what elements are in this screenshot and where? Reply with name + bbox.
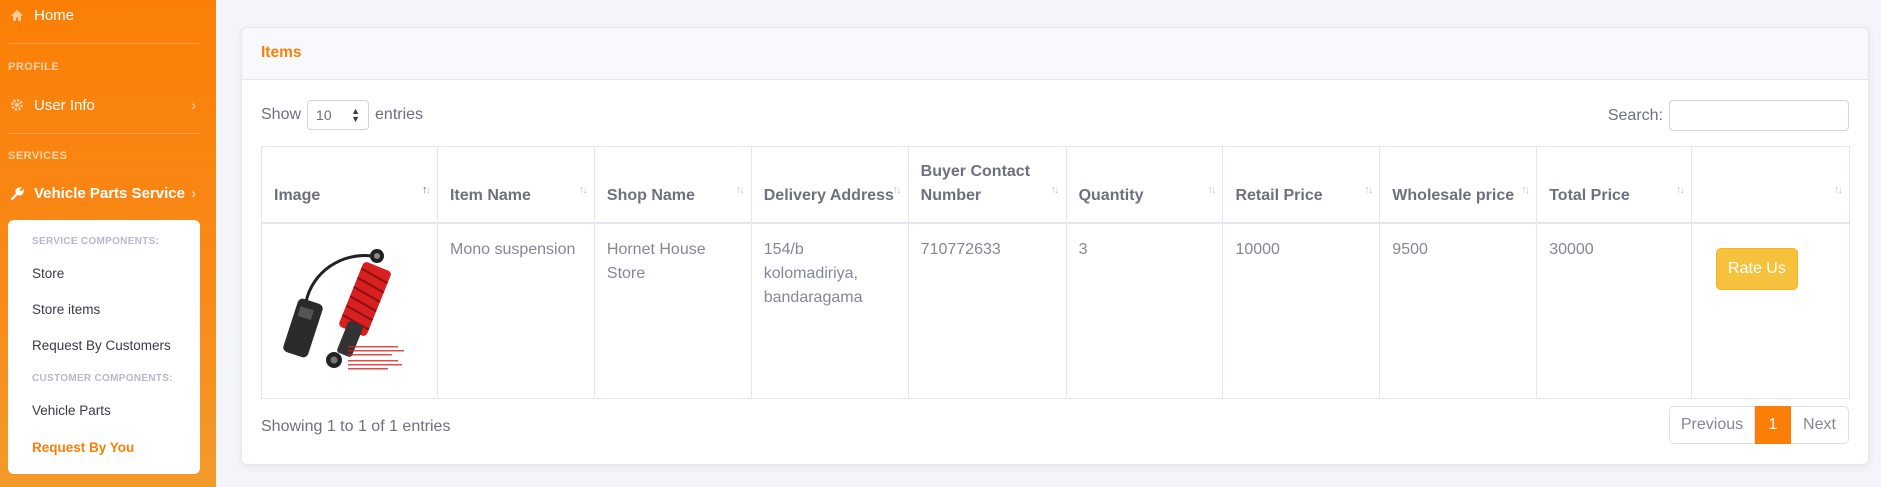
items-table: Image ↑↓ Item Name ↑↓ Shop Name ↑↓ Delivery…: [261, 146, 1850, 399]
show-label: Show: [261, 106, 302, 123]
page-1-button[interactable]: 1: [1755, 406, 1791, 444]
submenu-item-vehicle-parts[interactable]: Vehicle Parts: [32, 403, 111, 418]
select-arrows-icon: ▲ ▼: [351, 106, 361, 124]
sort-icon: ↑↓: [1364, 183, 1373, 196]
card-header: Items: [242, 28, 1868, 80]
submenu-item-store-items[interactable]: Store items: [32, 302, 100, 317]
card-title: Items: [261, 44, 302, 61]
submenu-item-store[interactable]: Store: [32, 266, 64, 281]
column-header-shop-name[interactable]: Shop Name ↑↓: [593, 146, 752, 224]
sidebar-heading-services: SERVICES: [8, 150, 68, 162]
column-header-buyer-contact[interactable]: Buyer Contact Number ↑↓: [907, 146, 1067, 224]
column-header-retail-price[interactable]: Retail Price ↑↓: [1222, 146, 1381, 224]
shop-name-cell: Hornet House Store: [593, 222, 752, 399]
page-size-select[interactable]: 10 ▲ ▼: [307, 100, 370, 130]
pagination: Previous 1 Next: [1669, 406, 1849, 444]
page-size-value: 10: [316, 107, 332, 123]
submenu-heading-service: SERVICE COMPONENTS:: [32, 236, 160, 247]
sort-icon: ↑↓: [1521, 183, 1530, 196]
sort-icon: ↑↓: [1050, 183, 1060, 196]
sidebar-divider: [8, 133, 200, 134]
sidebar-item-user-info[interactable]: User Info ›: [0, 94, 216, 116]
column-header-wholesale-price[interactable]: Wholesale price ↑↓: [1379, 146, 1538, 224]
item-image: [283, 248, 404, 369]
column-header-action[interactable]: ↑↓: [1691, 146, 1850, 224]
sort-icon: ↑↓: [421, 183, 431, 196]
sidebar-item-label: User Info: [34, 96, 95, 114]
item-image-cell: [261, 222, 438, 399]
sidebar-item-label: Vehicle Parts Service: [34, 184, 185, 202]
sort-icon: ↑↓: [1676, 183, 1685, 196]
wrench-icon: [8, 184, 26, 202]
sidebar-divider: [8, 43, 200, 44]
previous-page-button[interactable]: Previous: [1669, 406, 1755, 444]
rate-us-button[interactable]: Rate Us: [1716, 247, 1798, 290]
column-header-item-name[interactable]: Item Name ↑↓: [436, 146, 595, 224]
search-control: Search:: [1608, 100, 1849, 131]
items-card: Items Show 10 ▲ ▼ entries Search: Image ↑↓…: [241, 27, 1869, 465]
quantity-cell: 3: [1065, 222, 1224, 399]
retail-price-cell: 10000: [1222, 222, 1381, 399]
home-icon: [8, 6, 26, 24]
page-size-control: Show 10 ▲ ▼ entries: [261, 100, 423, 130]
next-page-button[interactable]: Next: [1791, 406, 1849, 444]
sort-icon: ↑↓: [578, 183, 588, 196]
search-input[interactable]: [1669, 100, 1849, 131]
sort-icon: ↑↓: [735, 183, 745, 196]
submenu-item-request-by-you[interactable]: Request By You: [32, 440, 134, 455]
table-info: Showing 1 to 1 of 1 entries: [261, 418, 451, 435]
sort-icon: ↑↓: [1834, 183, 1843, 196]
column-header-delivery-address[interactable]: Delivery Address ↑↓: [750, 146, 909, 224]
column-header-image[interactable]: Image ↑↓: [261, 146, 438, 224]
sidebar-item-vehicle-parts-service[interactable]: Vehicle Parts Service ›: [0, 182, 216, 204]
submenu-item-request-by-customers[interactable]: Request By Customers: [32, 338, 171, 353]
sort-icon: ↑↓: [892, 183, 902, 196]
sidebar-item-home[interactable]: Home: [0, 4, 216, 26]
table-row: Mono suspension Hornet House Store 154/b…: [261, 222, 1850, 399]
vehicle-parts-submenu: SERVICE COMPONENTS: Store Store items Re…: [8, 220, 200, 474]
wholesale-price-cell: 9500: [1379, 222, 1538, 399]
column-header-total-price[interactable]: Total Price ↑↓: [1536, 146, 1693, 224]
item-name-cell: Mono suspension: [436, 222, 595, 399]
buyer-contact-cell: 710772633: [907, 222, 1067, 399]
sidebar: Home PROFILE User Info › SERVICES Vehicl…: [0, 0, 216, 487]
sidebar-heading-profile: PROFILE: [8, 61, 60, 73]
table-header-row: Image ↑↓ Item Name ↑↓ Shop Name ↑↓ Delivery…: [261, 146, 1850, 224]
chevron-right-icon: ›: [191, 97, 196, 113]
delivery-address-cell: 154/b kolomadiriya, bandaragama: [750, 222, 909, 399]
action-cell: Rate Us: [1691, 222, 1850, 399]
sidebar-item-label: Home: [34, 6, 75, 24]
total-price-cell: 30000: [1536, 222, 1693, 399]
search-label: Search:: [1607, 106, 1663, 124]
column-header-quantity[interactable]: Quantity ↑↓: [1065, 146, 1224, 224]
gear-icon: [8, 96, 26, 114]
submenu-heading-customer: CUSTOMER COMPONENTS:: [32, 373, 173, 384]
entries-label: entries: [375, 106, 424, 123]
chevron-right-icon: ›: [191, 185, 196, 201]
sort-icon: ↑↓: [1207, 183, 1216, 196]
